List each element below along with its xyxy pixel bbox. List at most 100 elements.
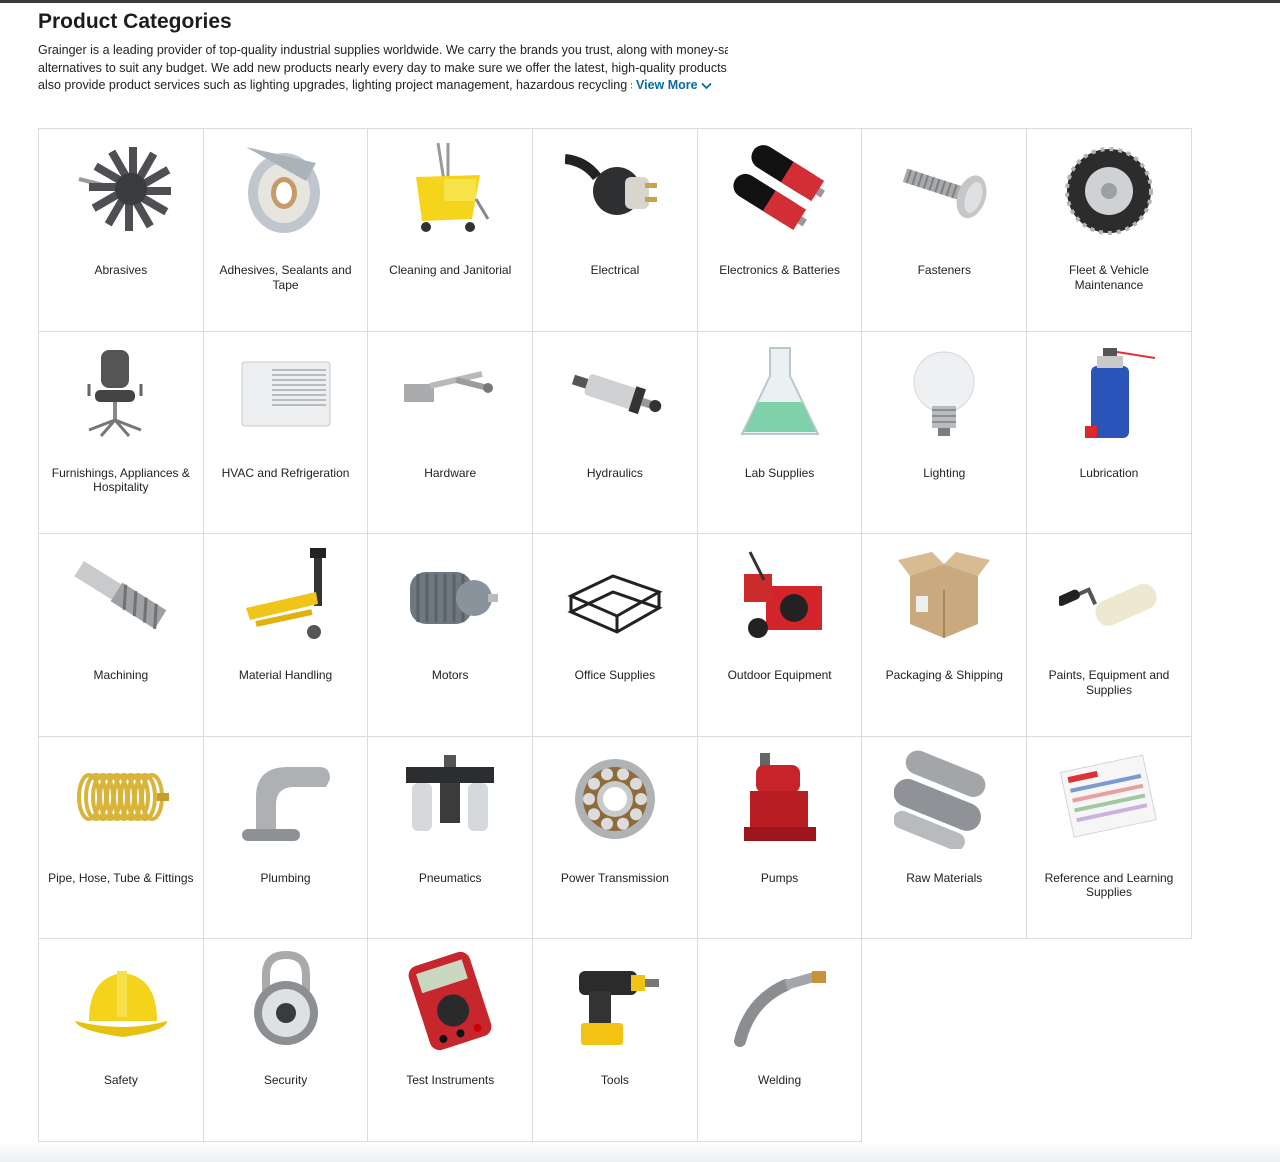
category-tile[interactable]: Lubrication	[1027, 331, 1192, 535]
category-tile[interactable]: Tools	[533, 939, 698, 1142]
screw-icon	[894, 141, 994, 241]
sump-pump-icon	[730, 749, 830, 849]
reference-chart-icon	[1059, 749, 1159, 849]
faucet-icon	[236, 749, 336, 849]
category-tile[interactable]: Furnishings, Appliances & Hospitality	[39, 331, 204, 535]
page-title: Product Categories	[38, 10, 232, 33]
door-closer-icon	[400, 344, 500, 444]
category-grid: Abrasives Adhesives, Sealants and Tape Cle…	[38, 128, 1192, 1142]
category-label: Safety	[103, 1073, 138, 1088]
category-tile[interactable]: Reference and Learning Supplies	[1027, 736, 1192, 940]
top-rule	[0, 0, 1280, 3]
plug-icon	[565, 141, 665, 241]
cardboard-box-icon	[894, 546, 994, 646]
category-tile[interactable]: Abrasives	[39, 129, 204, 332]
multimeter-icon	[400, 951, 500, 1051]
category-tile[interactable]: Welding	[697, 939, 863, 1142]
office-chair-icon	[71, 344, 171, 444]
category-tile[interactable]: Hydraulics	[533, 331, 698, 535]
category-tile[interactable]: Motors	[368, 534, 534, 737]
metal-rods-icon	[894, 749, 994, 849]
category-label: Lubrication	[1079, 465, 1139, 480]
category-label: Hardware	[424, 465, 477, 480]
category-label: Hydraulics	[586, 465, 643, 480]
air-filter-regulator-icon	[400, 749, 500, 849]
electric-motor-icon	[400, 546, 500, 646]
category-label: Lighting	[923, 465, 966, 480]
hard-hat-icon	[71, 951, 171, 1051]
page-footer-fade	[0, 1142, 1280, 1162]
category-tile[interactable]: Outdoor Equipment	[697, 534, 863, 737]
view-more-link[interactable]: View More	[636, 77, 712, 95]
category-tile[interactable]: Paints, Equipment and Supplies	[1027, 534, 1192, 737]
category-tile[interactable]: Office Supplies	[533, 534, 698, 737]
category-label: Power Transmission	[560, 870, 669, 885]
category-tile[interactable]: Cleaning and Janitorial	[368, 129, 534, 332]
mop-bucket-icon	[400, 141, 500, 241]
category-label: Fleet & Vehicle Maintenance	[1068, 263, 1149, 292]
category-label: Motors	[431, 668, 469, 683]
category-tile[interactable]: Adhesives, Sealants and Tape	[203, 129, 369, 332]
category-label: Plumbing	[260, 870, 311, 885]
category-tile[interactable]: Safety	[39, 939, 204, 1142]
category-tile[interactable]: Raw Materials	[862, 736, 1028, 940]
category-tile[interactable]: Electrical	[533, 129, 698, 332]
intro-line: alternatives to suit any budget. We add …	[38, 60, 728, 75]
category-tile[interactable]: HVAC and Refrigeration	[203, 331, 369, 535]
category-label: Paints, Equipment and Supplies	[1048, 668, 1170, 697]
category-tile[interactable]: Pneumatics	[368, 736, 534, 940]
category-tile[interactable]: Pipe, Hose, Tube & Fittings	[39, 736, 204, 940]
tire-chain-icon	[1059, 141, 1159, 241]
bearing-icon	[565, 749, 665, 849]
category-label: Office Supplies	[574, 668, 656, 683]
category-tile[interactable]: Material Handling	[203, 534, 369, 737]
category-label: Adhesives, Sealants and Tape	[219, 263, 352, 292]
category-tile[interactable]: Fasteners	[862, 129, 1028, 332]
snow-blower-icon	[730, 546, 830, 646]
mig-gun-icon	[730, 951, 830, 1051]
category-label: Tools	[600, 1073, 629, 1088]
flap-wheel-icon	[71, 141, 171, 241]
cordless-drill-icon	[565, 951, 665, 1051]
desk-tray-icon	[565, 546, 665, 646]
coiled-hose-icon	[71, 749, 171, 849]
category-label: Material Handling	[238, 668, 333, 683]
pallet-jack-icon	[236, 546, 336, 646]
category-label: Security	[263, 1073, 308, 1088]
category-tile[interactable]: Plumbing	[203, 736, 369, 940]
category-tile[interactable]: Machining	[39, 534, 204, 737]
category-label: Test Instruments	[406, 1073, 495, 1088]
category-label: Outdoor Equipment	[727, 668, 832, 683]
category-tile[interactable]: Test Instruments	[368, 939, 534, 1142]
combination-lock-icon	[236, 951, 336, 1051]
intro-line: Grainger is a leading provider of top-qu…	[38, 43, 728, 57]
category-tile[interactable]: Packaging & Shipping	[862, 534, 1028, 737]
category-tile[interactable]: Lighting	[862, 331, 1028, 535]
category-tile[interactable]: Lab Supplies	[697, 331, 863, 535]
spray-can-icon	[1059, 344, 1159, 444]
category-label: Furnishings, Appliances & Hospitality	[51, 465, 190, 495]
category-tile[interactable]: Security	[203, 939, 369, 1142]
category-label: Cleaning and Janitorial	[389, 263, 512, 277]
battery-icon	[730, 141, 830, 241]
category-tile[interactable]: Power Transmission	[533, 736, 698, 940]
category-tile[interactable]: Fleet & Vehicle Maintenance	[1027, 129, 1192, 332]
chevron-down-icon	[700, 82, 712, 90]
intro-text: Grainger is a leading provider of top-qu…	[38, 42, 728, 95]
category-tile[interactable]: Electronics & Batteries	[697, 129, 863, 332]
category-label: Lab Supplies	[744, 465, 815, 480]
view-more-label: View More	[636, 78, 698, 93]
flask-icon	[730, 344, 830, 444]
end-mill-icon	[71, 546, 171, 646]
category-label: Pneumatics	[418, 870, 482, 885]
tape-roll-icon	[236, 141, 336, 241]
category-label: Welding	[758, 1073, 802, 1088]
category-label: Reference and Learning Supplies	[1044, 870, 1174, 900]
category-label: Packaging & Shipping	[885, 668, 1003, 683]
category-tile[interactable]: Pumps	[697, 736, 863, 940]
light-bulb-icon	[894, 344, 994, 444]
hydraulic-cylinder-icon	[565, 344, 665, 444]
category-tile[interactable]: Hardware	[368, 331, 534, 535]
air-conditioner-icon	[236, 344, 336, 444]
category-label: Machining	[93, 668, 149, 683]
